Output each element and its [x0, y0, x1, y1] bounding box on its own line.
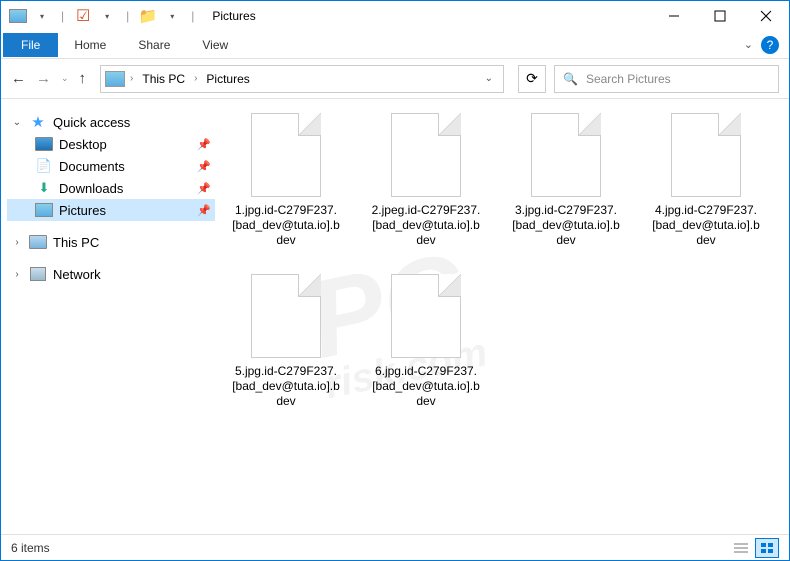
nav-up-button[interactable]: ↑: [79, 70, 87, 87]
network-icon: [29, 266, 47, 282]
address-dropdown[interactable]: ⌄: [479, 73, 499, 84]
refresh-icon: ⟳: [526, 70, 538, 87]
refresh-button[interactable]: ⟳: [518, 65, 546, 93]
sidebar-item-this-pc[interactable]: › This PC: [7, 231, 215, 253]
sidebar-item-label: This PC: [53, 235, 99, 250]
sidebar-item-network[interactable]: › Network: [7, 263, 215, 285]
status-bar: 6 items: [1, 534, 789, 560]
sidebar-item-pictures[interactable]: Pictures 📌: [7, 199, 215, 221]
location-icon: [105, 71, 125, 87]
file-item[interactable]: 6.jpg.id-C279F237.[bad_dev@tuta.io].bdev: [371, 274, 481, 409]
tab-share[interactable]: Share: [122, 34, 186, 56]
details-icon: [734, 542, 748, 554]
pin-icon: 📌: [197, 182, 211, 195]
star-icon: ★: [29, 114, 47, 130]
pin-icon: 📌: [197, 160, 211, 173]
file-icon: [251, 274, 321, 358]
search-placeholder: Search Pictures: [586, 72, 671, 86]
file-item[interactable]: 2.jpeg.id-C279F237.[bad_dev@tuta.io].bde…: [371, 113, 481, 248]
qat-dropdown-3[interactable]: ▾: [163, 7, 181, 25]
window-title: Pictures: [212, 9, 255, 23]
tab-view[interactable]: View: [186, 34, 244, 56]
file-item[interactable]: 5.jpg.id-C279F237.[bad_dev@tuta.io].bdev: [231, 274, 341, 409]
chevron-right-icon[interactable]: ›: [194, 73, 197, 84]
minimize-button[interactable]: [651, 1, 697, 31]
pc-icon: [29, 234, 47, 250]
chevron-right-icon[interactable]: ›: [11, 269, 23, 280]
close-icon: [760, 10, 772, 22]
sidebar-item-label: Pictures: [59, 203, 106, 218]
sidebar-item-label: Desktop: [59, 137, 107, 152]
address-bar[interactable]: › This PC › Pictures ⌄: [100, 65, 504, 93]
sidebar-item-label: Downloads: [59, 181, 123, 196]
sidebar: ⌄ ★ Quick access Desktop 📌 📄 Documents 📌…: [1, 99, 221, 534]
sidebar-item-desktop[interactable]: Desktop 📌: [7, 133, 215, 155]
file-icon: [391, 113, 461, 197]
file-label: 4.jpg.id-C279F237.[bad_dev@tuta.io].bdev: [651, 203, 761, 248]
chevron-down-icon[interactable]: ⌄: [11, 117, 23, 128]
documents-icon: 📄: [35, 158, 53, 174]
sidebar-item-label: Network: [53, 267, 101, 282]
view-details-button[interactable]: [729, 538, 753, 558]
maximize-button[interactable]: [697, 1, 743, 31]
file-icon: [251, 113, 321, 197]
sidebar-item-documents[interactable]: 📄 Documents 📌: [7, 155, 215, 177]
close-button[interactable]: [743, 1, 789, 31]
file-label: 2.jpeg.id-C279F237.[bad_dev@tuta.io].bde…: [371, 203, 481, 248]
chevron-right-icon[interactable]: ›: [130, 73, 133, 84]
nav-back-button[interactable]: ←: [11, 70, 26, 87]
sidebar-item-label: Documents: [59, 159, 125, 174]
sidebar-item-label: Quick access: [53, 115, 130, 130]
ribbon-expand-icon[interactable]: ⌄: [744, 38, 753, 51]
qat-dropdown-2[interactable]: ▾: [98, 7, 116, 25]
file-label: 6.jpg.id-C279F237.[bad_dev@tuta.io].bdev: [371, 364, 481, 409]
qat-folder-icon[interactable]: 📁: [139, 7, 157, 25]
nav-history-dropdown[interactable]: ⌄: [61, 73, 69, 84]
help-button[interactable]: ?: [761, 36, 779, 54]
file-item[interactable]: 4.jpg.id-C279F237.[bad_dev@tuta.io].bdev: [651, 113, 761, 248]
file-label: 3.jpg.id-C279F237.[bad_dev@tuta.io].bdev: [511, 203, 621, 248]
pictures-icon: [35, 202, 53, 218]
file-label: 1.jpg.id-C279F237.[bad_dev@tuta.io].bdev: [231, 203, 341, 248]
status-count: 6 items: [11, 541, 50, 555]
titlebar: ▾ | ☑ ▾ | 📁 ▾ | Pictures: [1, 1, 789, 31]
file-label: 5.jpg.id-C279F237.[bad_dev@tuta.io].bdev: [231, 364, 341, 409]
file-item[interactable]: 3.jpg.id-C279F237.[bad_dev@tuta.io].bdev: [511, 113, 621, 248]
large-icons-icon: [760, 542, 774, 554]
breadcrumb-this-pc[interactable]: This PC: [138, 70, 189, 88]
tab-home[interactable]: Home: [58, 34, 122, 56]
qat-properties-icon[interactable]: ☑: [74, 7, 92, 25]
navbar: ← → ⌄ ↑ › This PC › Pictures ⌄ ⟳ 🔍 Searc…: [1, 59, 789, 99]
ribbon: File Home Share View ⌄ ?: [1, 31, 789, 59]
maximize-icon: [714, 10, 726, 22]
file-item[interactable]: 1.jpg.id-C279F237.[bad_dev@tuta.io].bdev: [231, 113, 341, 248]
file-tab[interactable]: File: [3, 33, 58, 57]
pin-icon: 📌: [197, 138, 211, 151]
minimize-icon: [668, 10, 680, 22]
nav-forward-button[interactable]: →: [36, 70, 51, 87]
desktop-icon: [35, 136, 53, 152]
breadcrumb-pictures[interactable]: Pictures: [202, 70, 253, 88]
file-icon: [671, 113, 741, 197]
downloads-icon: ⬇: [35, 180, 53, 196]
search-input[interactable]: 🔍 Search Pictures: [554, 65, 779, 93]
file-pane[interactable]: 1.jpg.id-C279F237.[bad_dev@tuta.io].bdev…: [221, 99, 789, 534]
search-icon: 🔍: [563, 72, 578, 86]
file-icon: [531, 113, 601, 197]
chevron-right-icon[interactable]: ›: [11, 237, 23, 248]
sidebar-item-downloads[interactable]: ⬇ Downloads 📌: [7, 177, 215, 199]
pin-icon: 📌: [197, 204, 211, 217]
qat-dropdown-1[interactable]: ▾: [33, 7, 51, 25]
app-icon: [9, 7, 27, 25]
view-large-icons-button[interactable]: [755, 538, 779, 558]
sidebar-item-quick-access[interactable]: ⌄ ★ Quick access: [7, 111, 215, 133]
file-icon: [391, 274, 461, 358]
